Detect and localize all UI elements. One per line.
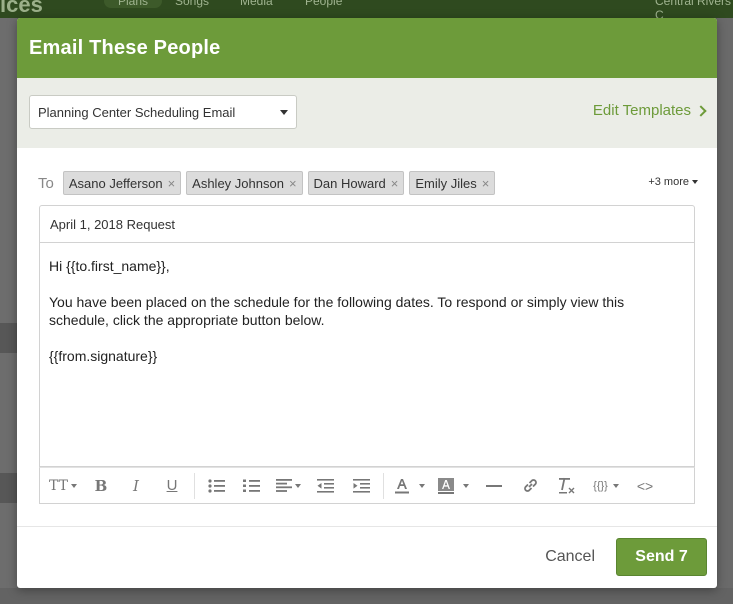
text-color-icon [394, 478, 409, 493]
chevron-down-icon [692, 180, 698, 184]
underline-icon: U [166, 477, 178, 494]
recipient-chip: Ashley Johnson × [186, 171, 303, 195]
modal-title: Email These People [29, 36, 221, 59]
align-button[interactable] [269, 473, 307, 499]
font-size-button[interactable]: TT [46, 473, 80, 499]
nav-tab-plans: Plans [104, 0, 163, 8]
chevron-down-icon [462, 483, 469, 488]
app-header-backdrop: ices Plans Songs Media People Central Ri… [0, 0, 733, 22]
edit-templates-link[interactable]: Edit Templates [592, 102, 707, 119]
subject-value: April 1, 2018 Request [50, 216, 176, 232]
body-signature: {{from.signature}} [49, 348, 158, 364]
app-left-backdrop [0, 18, 17, 604]
chevron-down-icon [280, 109, 288, 115]
merge-fields-icon: {{}} [593, 479, 608, 492]
editor-toolbar: TT B I U {{}} <> [39, 467, 695, 504]
indent-icon [352, 478, 370, 493]
edit-templates-label: Edit Templates [592, 102, 691, 119]
italic-button[interactable]: I [118, 473, 154, 499]
chevron-down-icon [294, 483, 301, 488]
code-view-icon: <> [636, 477, 654, 494]
recipient-name: Ashley Johnson [192, 175, 284, 191]
code-view-button[interactable]: <> [628, 473, 662, 499]
chevron-right-icon [695, 105, 707, 117]
recipient-name: Emily Jiles [415, 175, 477, 191]
chevron-down-icon [418, 483, 425, 488]
cancel-button[interactable]: Cancel [545, 548, 595, 566]
template-select[interactable]: Planning Center Scheduling Email [29, 95, 297, 129]
align-left-icon [275, 479, 292, 492]
link-icon [523, 479, 537, 492]
nav-tab-people: People [305, 0, 343, 8]
horizontal-rule-button[interactable] [476, 473, 512, 499]
bullet-list-icon [207, 478, 225, 493]
recipient-chip: Dan Howard × [307, 171, 405, 195]
body-paragraph: You have been placed on the schedule for… [49, 294, 625, 328]
app-bottom-backdrop [0, 588, 733, 604]
toolbar-divider [194, 472, 195, 499]
merge-fields-button[interactable]: {{}} [584, 473, 628, 499]
recipient-chip: Emily Jiles × [409, 171, 496, 195]
numbered-list-icon [242, 479, 260, 492]
recipients-field[interactable]: To Asano Jefferson × Ashley Johnson × Da… [38, 170, 698, 196]
body-greeting: Hi {{to.first_name}}, [49, 258, 170, 274]
numbered-list-button[interactable] [233, 473, 269, 499]
more-recipients-toggle[interactable]: +3 more [648, 176, 698, 188]
send-button[interactable]: Send 7 [616, 538, 707, 576]
template-bar: Planning Center Scheduling Email Edit Te… [17, 78, 717, 148]
text-color-button[interactable] [388, 473, 430, 499]
font-size-icon: TT [49, 477, 68, 494]
modal-header: Email These People [17, 18, 717, 78]
more-recipients-label: +3 more [648, 176, 689, 188]
recipient-chip: Asano Jefferson × [62, 171, 182, 195]
remove-recipient-icon[interactable]: × [289, 176, 297, 191]
remove-recipient-icon[interactable]: × [391, 176, 399, 191]
recipient-name: Asano Jefferson [68, 175, 163, 191]
bold-icon: B [94, 476, 108, 495]
highlight-color-button[interactable] [430, 473, 476, 499]
toolbar-divider [383, 472, 384, 499]
clear-formatting-icon [558, 477, 574, 494]
underline-button[interactable]: U [154, 473, 190, 499]
outdent-button[interactable] [307, 473, 343, 499]
recipient-name: Dan Howard [313, 175, 386, 191]
subject-input[interactable]: April 1, 2018 Request [39, 205, 695, 243]
indent-button[interactable] [343, 473, 379, 499]
nav-tab-media: Media [240, 0, 273, 8]
remove-recipient-icon[interactable]: × [168, 176, 176, 191]
chevron-down-icon [70, 483, 77, 488]
link-button[interactable] [512, 473, 548, 499]
app-right-backdrop [717, 18, 733, 604]
chevron-down-icon [612, 483, 619, 488]
italic-icon: I [133, 476, 139, 495]
email-modal: Email These People Planning Center Sched… [17, 18, 717, 588]
app-logo: ices [0, 0, 43, 17]
horizontal-rule-icon [486, 484, 502, 487]
bullet-list-button[interactable] [199, 473, 233, 499]
backdrop-row [0, 473, 17, 503]
bold-button[interactable]: B [84, 473, 118, 499]
highlight-color-icon [437, 477, 454, 494]
clear-formatting-button[interactable] [548, 473, 584, 499]
to-label: To [38, 174, 54, 192]
outdent-icon [316, 478, 334, 493]
modal-footer: Cancel Send 7 [17, 526, 717, 588]
nav-tab-songs: Songs [175, 0, 210, 8]
message-body-editor[interactable]: Hi {{to.first_name}}, You have been plac… [39, 243, 695, 467]
backdrop-row [0, 323, 17, 353]
remove-recipient-icon[interactable]: × [482, 176, 490, 191]
template-select-value: Planning Center Scheduling Email [38, 104, 236, 120]
